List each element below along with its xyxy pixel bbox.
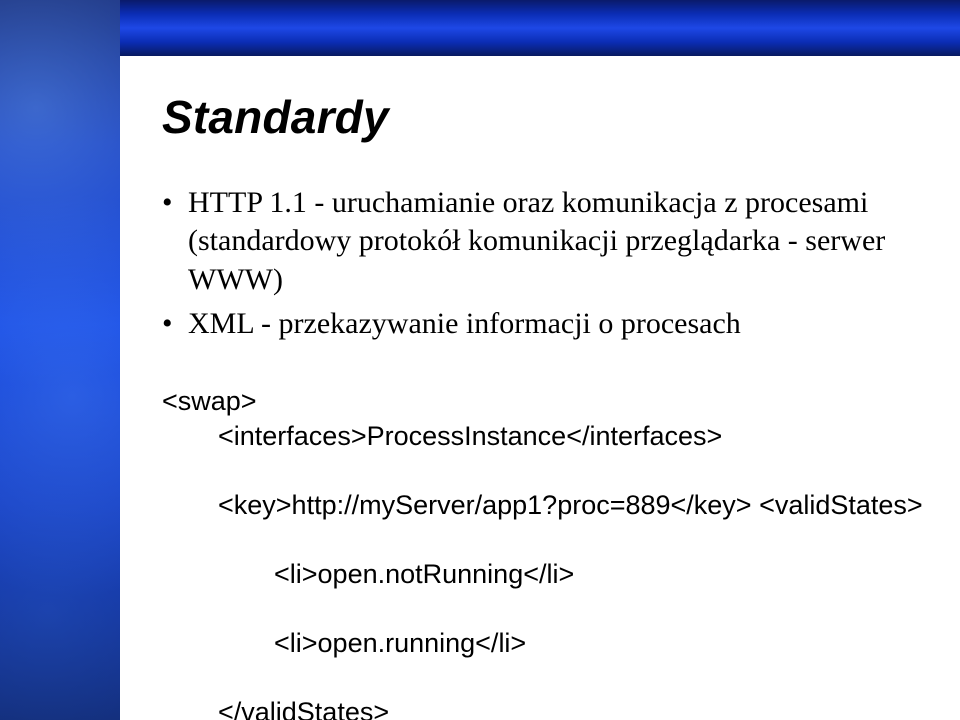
bullet-list: HTTP 1.1 - uruchamianie oraz komunikacja… <box>162 184 920 344</box>
code-line: <interfaces>ProcessInstance</interfaces> <box>162 419 920 454</box>
bullet-item: XML - przekazywanie informacji o procesa… <box>162 305 920 343</box>
slide-title: Standardy <box>162 90 920 144</box>
code-line: <li>open.notRunning</li> <box>162 557 920 592</box>
code-line: <key>http://myServer/app1?proc=889</key>… <box>162 488 920 523</box>
bullet-item: HTTP 1.1 - uruchamianie oraz komunikacja… <box>162 184 920 299</box>
code-line: <swap> <box>162 386 257 416</box>
code-line: <li>open.running</li> <box>162 626 920 661</box>
slide-sidebar <box>0 0 120 720</box>
code-line: </validStates> <box>162 695 920 720</box>
slide-top-bar <box>0 0 960 56</box>
code-block: <swap> <interfaces>ProcessInstance</inte… <box>162 350 920 720</box>
slide-content: Standardy HTTP 1.1 - uruchamianie oraz k… <box>120 56 960 720</box>
